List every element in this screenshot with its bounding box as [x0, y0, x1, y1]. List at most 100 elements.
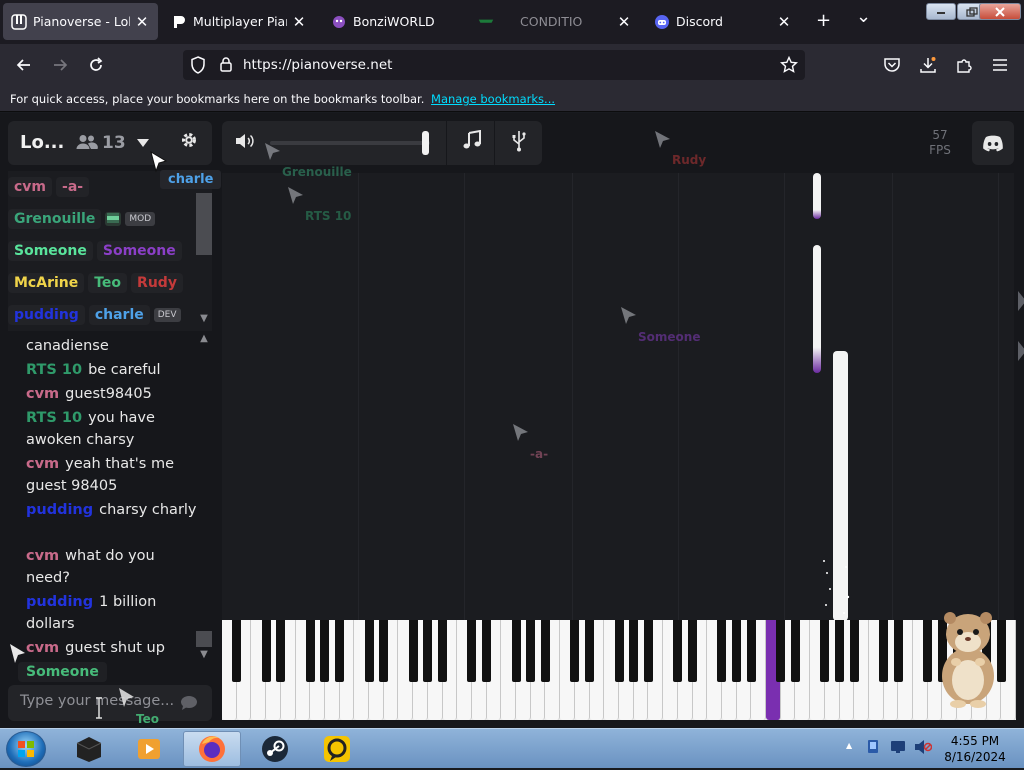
user-chip[interactable]: charle [88, 305, 150, 325]
black-key[interactable] [335, 620, 345, 682]
user-chip[interactable]: Grenouille [8, 209, 102, 229]
chat-author[interactable]: RTS 10 [26, 362, 82, 378]
black-key[interactable] [467, 620, 477, 682]
chat-author[interactable]: cvm [26, 456, 59, 472]
black-key[interactable] [364, 620, 374, 682]
black-key[interactable] [585, 620, 595, 682]
user-chip[interactable]: McArine [8, 273, 85, 293]
black-key[interactable] [717, 620, 727, 682]
tab-pianoverse[interactable]: Pianoverse - Lobby ✕ [3, 3, 158, 40]
taskbar-clock[interactable]: 4:55 PM 8/16/2024 [940, 733, 1010, 765]
lock-icon[interactable] [217, 56, 235, 74]
black-key[interactable] [776, 620, 786, 682]
list-all-tabs-button[interactable]: ⌄ [856, 6, 871, 27]
black-key[interactable] [261, 620, 271, 682]
shield-icon[interactable] [189, 56, 207, 74]
taskbar-app-firefox[interactable] [183, 731, 241, 767]
users-scrollbar[interactable]: ▼ [196, 171, 212, 331]
black-key[interactable] [835, 620, 845, 682]
black-key[interactable] [305, 620, 315, 682]
downloads-button[interactable] [916, 53, 940, 77]
tab-close-icon[interactable]: ✕ [291, 13, 307, 31]
chat-author[interactable]: pudding [26, 502, 93, 518]
url-text[interactable]: https://pianoverse.net [243, 57, 392, 73]
black-key[interactable] [673, 620, 683, 682]
taskbar-app-steam[interactable] [246, 731, 304, 767]
black-key[interactable] [232, 620, 242, 682]
black-key[interactable] [408, 620, 418, 682]
black-key[interactable] [746, 620, 756, 682]
monitor-icon[interactable] [890, 739, 906, 755]
black-key[interactable] [379, 620, 389, 682]
settings-button[interactable] [180, 131, 198, 154]
black-key[interactable] [570, 620, 580, 682]
black-key[interactable] [643, 620, 653, 682]
chat-author[interactable]: cvm [26, 386, 59, 402]
speaker-muted-icon[interactable] [914, 739, 932, 755]
midi-button[interactable] [511, 130, 527, 157]
back-button[interactable] [12, 53, 36, 77]
black-key[interactable] [893, 620, 903, 682]
users-scrollbar-thumb[interactable] [196, 193, 212, 255]
user-chip[interactable]: pudding [8, 305, 85, 325]
black-key[interactable] [423, 620, 433, 682]
black-key[interactable] [526, 620, 536, 682]
user-chip[interactable]: -a- [56, 177, 90, 197]
piano-canvas[interactable] [222, 173, 1024, 621]
lobby-title[interactable]: Lo... [20, 132, 64, 153]
manage-bookmarks-link[interactable]: Manage bookmarks... [431, 92, 555, 106]
start-button[interactable] [6, 731, 46, 767]
black-key[interactable] [820, 620, 830, 682]
tab-conditions[interactable]: CONDITIO ✕ [470, 3, 640, 40]
volume-button[interactable] [234, 132, 256, 155]
taskbar-app-media-player[interactable] [120, 731, 178, 767]
extensions-button[interactable] [952, 53, 976, 77]
close-window-button[interactable] [979, 3, 1021, 20]
user-chip[interactable]: cvm [8, 177, 53, 197]
chat-scrollbar-thumb[interactable] [196, 631, 212, 647]
taskbar-app-terminal[interactable] [60, 731, 118, 767]
scroll-down-arrow-icon[interactable]: ▼ [196, 649, 212, 660]
tab-discord[interactable]: Discord ✕ [646, 3, 800, 40]
forward-button[interactable] [48, 53, 72, 77]
black-key[interactable] [849, 620, 859, 682]
chat-author[interactable]: cvm [26, 640, 59, 656]
volume-slider-thumb[interactable] [422, 131, 429, 155]
new-tab-button[interactable]: + [816, 10, 831, 31]
taskbar-app-messenger[interactable] [308, 731, 366, 767]
black-key[interactable] [790, 620, 800, 682]
user-chip[interactable]: Teo [88, 273, 128, 293]
minimize-button[interactable] [926, 3, 956, 20]
tab-close-icon[interactable]: ✕ [776, 13, 792, 31]
black-key[interactable] [438, 620, 448, 682]
reload-button[interactable] [84, 53, 108, 77]
chat-author[interactable]: RTS 10 [26, 410, 82, 426]
menu-button[interactable] [988, 53, 1012, 77]
black-key[interactable] [276, 620, 286, 682]
black-key[interactable] [511, 620, 521, 682]
piano-keyboard[interactable] [222, 620, 1016, 720]
tab-multiplayer-piano[interactable]: Multiplayer Piano ✕ [163, 3, 315, 40]
chat-scrollbar[interactable]: ▲ ▼ [196, 333, 212, 661]
pocket-button[interactable] [880, 53, 904, 77]
tab-close-icon[interactable]: ✕ [134, 13, 150, 31]
tab-close-icon[interactable]: ✕ [616, 13, 632, 31]
tab-bonziworld[interactable]: BonziWORLD [323, 3, 463, 40]
black-key[interactable] [879, 620, 889, 682]
network-icon[interactable] [866, 739, 882, 755]
volume-slider-track[interactable] [270, 141, 430, 145]
url-bar[interactable]: https://pianoverse.net [183, 50, 805, 80]
user-chip[interactable]: Someone [96, 241, 182, 261]
user-chip[interactable]: Rudy [131, 273, 183, 293]
send-button[interactable] [180, 695, 198, 715]
show-hidden-icons-icon[interactable]: ▲ [846, 741, 852, 750]
black-key[interactable] [732, 620, 742, 682]
user-chip[interactable]: Someone [8, 241, 93, 261]
chat-author[interactable]: cvm [26, 548, 59, 564]
black-key[interactable] [614, 620, 624, 682]
black-key[interactable] [482, 620, 492, 682]
black-key[interactable] [540, 620, 550, 682]
chat-author[interactable]: pudding [26, 594, 93, 610]
sound-select-button[interactable] [462, 129, 482, 155]
black-key[interactable] [688, 620, 698, 682]
